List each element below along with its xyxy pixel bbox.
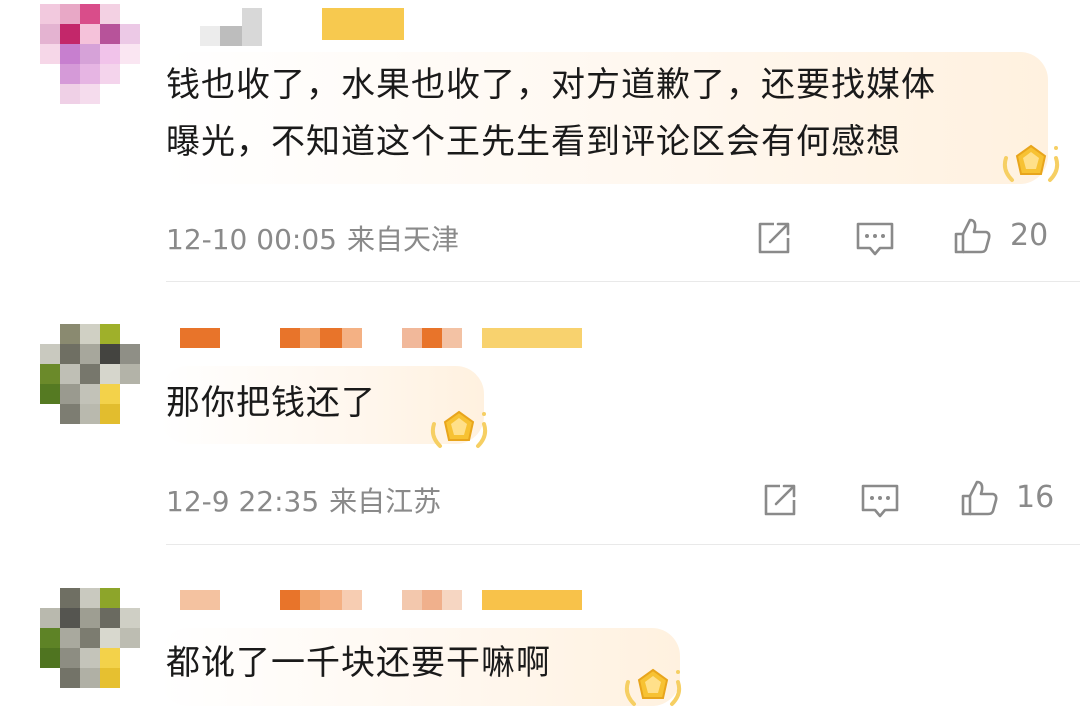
comment-item: 都讹了一千块还要干嘛啊: [0, 546, 1080, 728]
comment-text: 都讹了一千块还要干嘛啊: [166, 643, 551, 683]
comment-location: 来自江苏: [329, 485, 442, 518]
comment-item: 那你把钱还了 12-9 22:35 来自江苏 16: [0, 282, 1080, 546]
username[interactable]: [180, 590, 582, 626]
gold-badge-icon: [430, 410, 488, 448]
comment-text: 那你把钱还了: [166, 383, 376, 423]
comment-item: 钱也收了，水果也收了，对方道歉了，还要找媒体 曝光，不知道这个王先生看到评论区会…: [0, 0, 1080, 282]
comment-meta: 12-10 00:05 来自天津: [166, 218, 459, 258]
comment-text-line: 曝光，不知道这个王先生看到评论区会有何感想: [166, 122, 901, 162]
avatar[interactable]: [40, 588, 140, 688]
comment-meta: 12-9 22:35 来自江苏: [166, 480, 441, 520]
divider: [166, 544, 1080, 545]
like-count: 20: [1010, 218, 1049, 253]
comment-date: 12-9 22:35: [166, 485, 320, 518]
thumbs-up-icon[interactable]: [950, 214, 994, 258]
avatar[interactable]: [40, 324, 140, 424]
comment-text-line: 钱也收了，水果也收了，对方道歉了，还要找媒体: [166, 65, 936, 105]
gold-badge-icon: [624, 668, 682, 706]
share-icon[interactable]: [758, 478, 802, 522]
comment-date: 12-10 00:05: [166, 223, 337, 256]
like-count: 16: [1016, 480, 1055, 515]
thumbs-up-icon[interactable]: [957, 476, 1001, 520]
share-icon[interactable]: [752, 216, 796, 260]
comment-icon[interactable]: [858, 478, 902, 522]
comment-location: 来自天津: [346, 223, 459, 256]
comment-list: 钱也收了，水果也收了，对方道歉了，还要找媒体 曝光，不知道这个王先生看到评论区会…: [0, 0, 1080, 728]
avatar[interactable]: [40, 4, 140, 104]
gold-badge-icon: [1002, 144, 1060, 182]
comment-icon[interactable]: [853, 216, 897, 260]
username[interactable]: [180, 328, 582, 364]
username[interactable]: [200, 8, 404, 46]
